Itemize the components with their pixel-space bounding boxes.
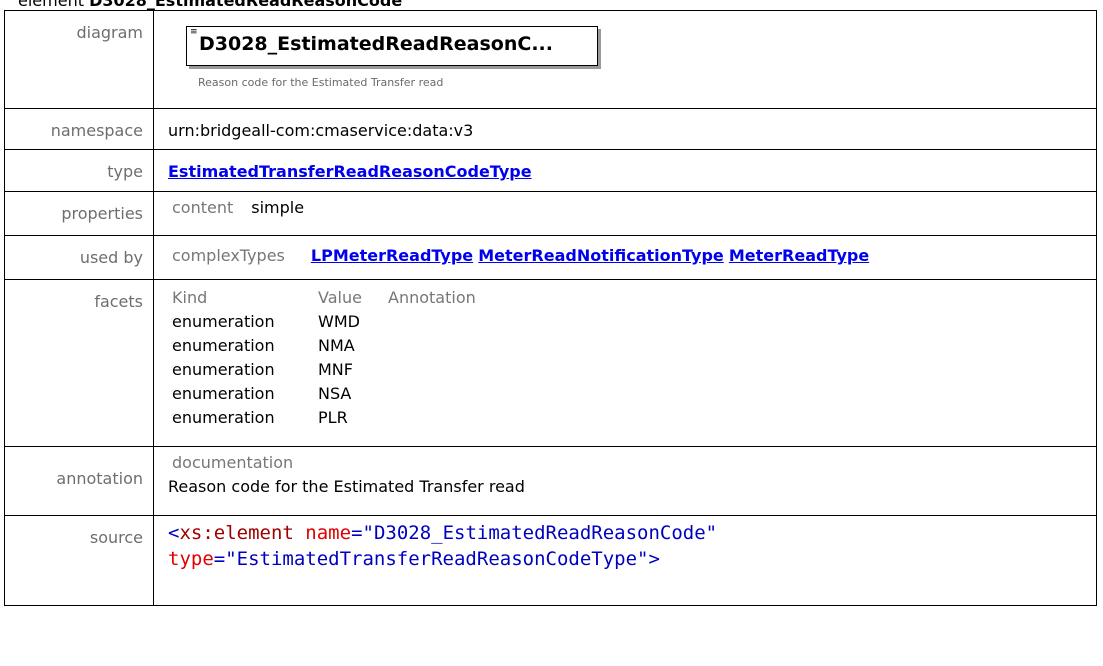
- diagram-area: ≡ D3028_EstimatedReadReasonC... Reason c…: [168, 11, 1086, 108]
- annotation-documentation: Reason code for the Estimated Transfer r…: [168, 477, 525, 496]
- row-label-annotation: annotation: [4, 446, 154, 516]
- element-diagram-description: Reason code for the Estimated Transfer r…: [198, 76, 444, 89]
- facets-table: Kind Value Annotation enumeration WMD enume…: [168, 280, 1086, 430]
- used-by-link-meterreadnotificationtype[interactable]: MeterReadNotificationType: [478, 246, 724, 265]
- row-label-type: type: [4, 149, 154, 192]
- row-namespace: namespace urn:bridgeall-com:cmaservice:d…: [4, 108, 1097, 150]
- row-label-diagram: diagram: [4, 10, 154, 109]
- row-label-properties: properties: [4, 191, 154, 236]
- row-properties: properties content simple: [4, 191, 1097, 236]
- element-diagram-name: D3028_EstimatedReadReasonC...: [199, 33, 553, 55]
- element-heading: element D3028_EstimatedReadReasonCode: [18, 0, 402, 10]
- row-source: source <xs:element name="D3028_Estimated…: [4, 515, 1097, 606]
- used-by-key: complexTypes: [172, 246, 285, 265]
- row-label-source: source: [4, 515, 154, 606]
- namespace-value: urn:bridgeall-com:cmaservice:data:v3: [168, 121, 474, 140]
- row-label-namespace: namespace: [4, 108, 154, 150]
- element-doc-table: diagram ≡ D3028_EstimatedReadReasonC... …: [4, 10, 1097, 606]
- element-heading-name: D3028_EstimatedReadReasonCode: [89, 0, 403, 10]
- facet-row: enumeration NSA: [172, 384, 352, 403]
- row-diagram: diagram ≡ D3028_EstimatedReadReasonC... …: [4, 10, 1097, 109]
- facet-row: enumeration NMA: [172, 336, 355, 355]
- used-by-link-meterreadtype[interactable]: MeterReadType: [729, 246, 869, 265]
- facet-row: enumeration MNF: [172, 360, 353, 379]
- row-annotation: annotation documentation Reason code for …: [4, 446, 1097, 516]
- row-label-facets: facets: [4, 279, 154, 447]
- element-diagram-box[interactable]: ≡ D3028_EstimatedReadReasonC...: [186, 26, 598, 66]
- used-by-link-lpmeterreadtype[interactable]: LPMeterReadType: [311, 246, 473, 265]
- facets-header: Kind Value Annotation: [172, 288, 476, 307]
- properties-key: content: [172, 198, 234, 217]
- row-facets: facets Kind Value Annotation enumeration WM…: [4, 279, 1097, 447]
- row-type: type EstimatedTransferReadReasonCodeType: [4, 149, 1097, 192]
- annotation-key: documentation: [172, 453, 294, 472]
- properties-value: simple: [251, 198, 305, 217]
- row-label-used-by: used by: [4, 235, 154, 280]
- row-used-by: used by complexTypes LPMeterReadType Mete…: [4, 235, 1097, 280]
- element-lines-icon: ≡: [190, 27, 198, 37]
- source-code: <xs:element name="D3028_EstimatedReadRea…: [168, 522, 718, 570]
- facet-row: enumeration WMD: [172, 312, 360, 331]
- type-link[interactable]: EstimatedTransferReadReasonCodeType: [168, 162, 532, 181]
- facet-row: enumeration PLR: [172, 408, 348, 427]
